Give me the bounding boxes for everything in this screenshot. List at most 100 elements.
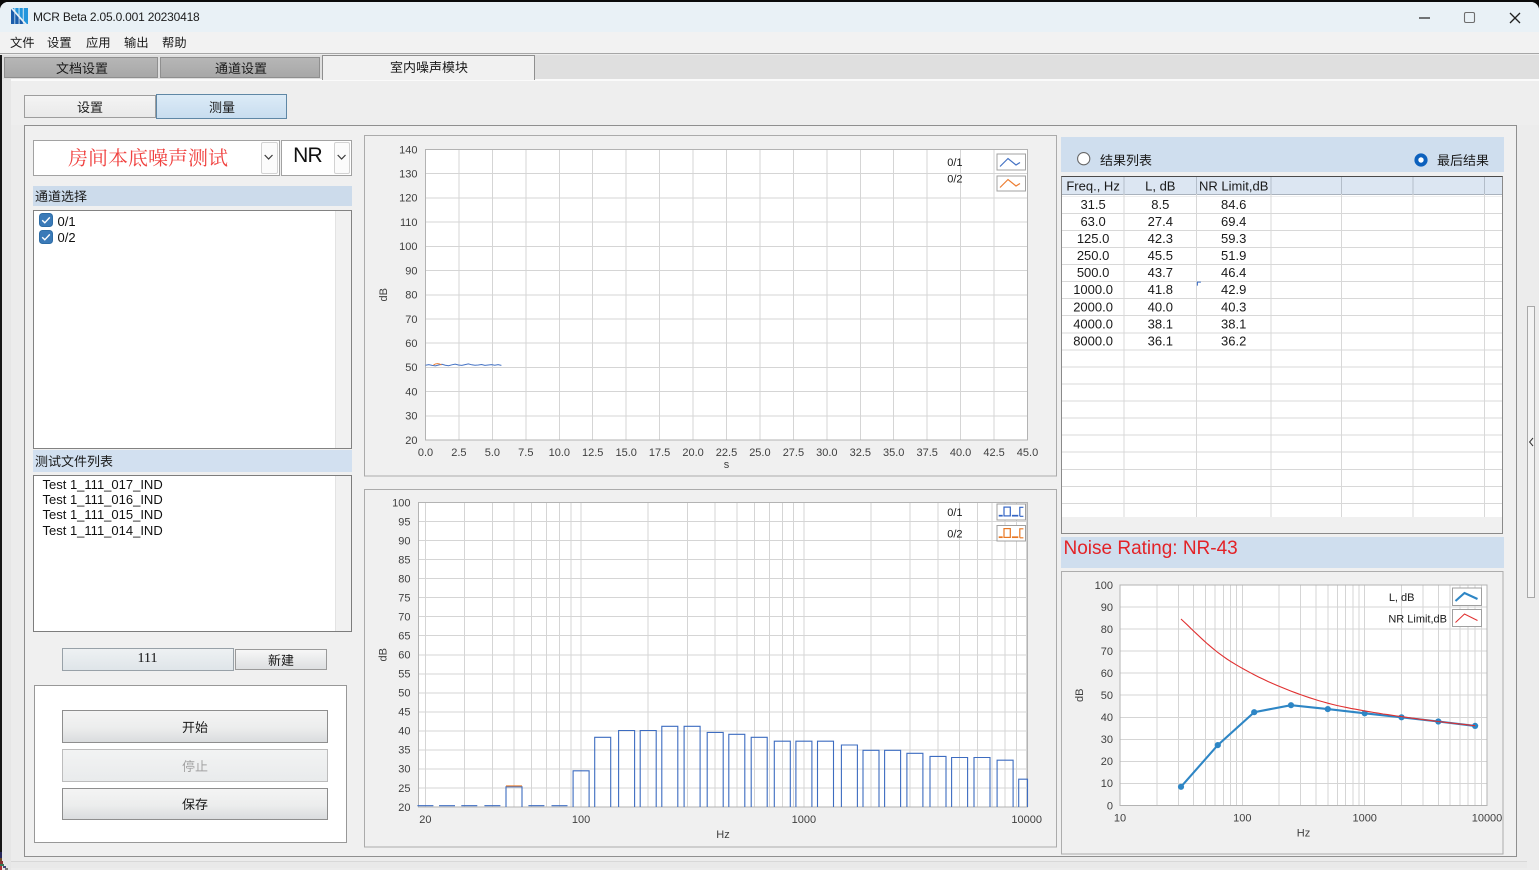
svg-text:36.1: 36.1	[1147, 333, 1172, 348]
svg-text:40: 40	[398, 725, 410, 737]
svg-text:27.4: 27.4	[1147, 214, 1172, 229]
svg-text:40.3: 40.3	[1221, 299, 1246, 314]
svg-text:84.6: 84.6	[1221, 197, 1246, 212]
svg-text:32.5: 32.5	[849, 447, 870, 459]
svg-text:100: 100	[1094, 580, 1112, 592]
svg-text:85: 85	[398, 554, 410, 566]
svg-text:75: 75	[398, 592, 410, 604]
svg-text:dB: dB	[1074, 689, 1086, 702]
svg-text:0/1: 0/1	[947, 507, 962, 519]
svg-text:100: 100	[1233, 813, 1251, 825]
svg-text:60: 60	[405, 338, 417, 350]
svg-text:dB: dB	[378, 288, 390, 301]
svg-text:50: 50	[405, 362, 417, 374]
svg-text:dB: dB	[377, 648, 389, 661]
svg-text:100: 100	[392, 497, 410, 509]
svg-text:20: 20	[405, 434, 417, 446]
svg-text:8000.0: 8000.0	[1073, 333, 1113, 348]
svg-text:65: 65	[398, 630, 410, 642]
svg-text:45.5: 45.5	[1147, 248, 1172, 263]
svg-text:8.5: 8.5	[1151, 197, 1169, 212]
svg-text:NR Limit,dB: NR Limit,dB	[1199, 179, 1268, 194]
svg-text:2.5: 2.5	[451, 447, 466, 459]
svg-text:30.0: 30.0	[816, 447, 837, 459]
svg-text:10.0: 10.0	[548, 447, 569, 459]
svg-text:60: 60	[398, 649, 410, 661]
svg-text:2000.0: 2000.0	[1073, 299, 1113, 314]
svg-text:42.9: 42.9	[1221, 282, 1246, 297]
svg-text:22.5: 22.5	[715, 447, 736, 459]
svg-text:42.5: 42.5	[983, 447, 1004, 459]
svg-text:45: 45	[398, 706, 410, 718]
svg-text:10: 10	[1113, 813, 1125, 825]
svg-text:70: 70	[398, 611, 410, 623]
svg-text:0/1: 0/1	[947, 157, 962, 169]
svg-text:7.5: 7.5	[518, 447, 533, 459]
svg-text:40.0: 40.0	[1147, 299, 1172, 314]
svg-text:125.0: 125.0	[1076, 231, 1109, 246]
svg-text:Freq., Hz: Freq., Hz	[1066, 179, 1119, 194]
svg-text:63.0: 63.0	[1080, 214, 1105, 229]
svg-text:80: 80	[1100, 624, 1112, 636]
svg-text:L, dB: L, dB	[1388, 592, 1414, 604]
svg-text:37.5: 37.5	[916, 447, 937, 459]
svg-text:15.0: 15.0	[615, 447, 636, 459]
svg-text:36.2: 36.2	[1221, 333, 1246, 348]
svg-text:80: 80	[398, 573, 410, 585]
svg-text:120: 120	[399, 192, 417, 204]
svg-text:38.1: 38.1	[1147, 316, 1172, 331]
svg-text:L, dB: L, dB	[1145, 179, 1175, 194]
svg-text:Hz: Hz	[716, 829, 729, 841]
svg-text:25: 25	[398, 782, 410, 794]
svg-text:20: 20	[419, 814, 431, 826]
svg-text:30: 30	[405, 410, 417, 422]
svg-text:140: 140	[399, 144, 417, 156]
svg-text:90: 90	[405, 265, 417, 277]
svg-text:500.0: 500.0	[1076, 265, 1109, 280]
svg-text:10000: 10000	[1011, 814, 1042, 826]
svg-text:4000.0: 4000.0	[1073, 316, 1113, 331]
svg-text:38.1: 38.1	[1221, 316, 1246, 331]
svg-text:5.0: 5.0	[484, 447, 499, 459]
svg-text:s: s	[723, 459, 729, 471]
svg-text:30: 30	[1100, 734, 1112, 746]
svg-text:46.4: 46.4	[1221, 265, 1246, 280]
svg-text:NR Limit,dB: NR Limit,dB	[1388, 614, 1447, 626]
svg-text:95: 95	[398, 516, 410, 528]
svg-text:45.0: 45.0	[1016, 447, 1037, 459]
svg-text:20: 20	[398, 801, 410, 813]
svg-text:0/2: 0/2	[947, 528, 962, 540]
svg-text:20.0: 20.0	[682, 447, 703, 459]
svg-text:40.0: 40.0	[949, 447, 970, 459]
svg-text:43.7: 43.7	[1147, 265, 1172, 280]
svg-text:250.0: 250.0	[1076, 248, 1109, 263]
svg-text:12.5: 12.5	[581, 447, 602, 459]
svg-text:51.9: 51.9	[1221, 248, 1246, 263]
svg-text:60: 60	[1100, 668, 1112, 680]
svg-text:27.5: 27.5	[782, 447, 803, 459]
svg-text:80: 80	[405, 289, 417, 301]
svg-text:40: 40	[1100, 712, 1112, 724]
svg-text:130: 130	[399, 168, 417, 180]
svg-text:10000: 10000	[1471, 813, 1502, 825]
svg-text:40: 40	[405, 386, 417, 398]
svg-text:25.0: 25.0	[749, 447, 770, 459]
svg-text:1000.0: 1000.0	[1073, 282, 1113, 297]
svg-text:Hz: Hz	[1296, 828, 1309, 840]
svg-text:0.0: 0.0	[417, 447, 432, 459]
svg-text:55: 55	[398, 668, 410, 680]
svg-text:70: 70	[1100, 646, 1112, 658]
svg-text:50: 50	[398, 687, 410, 699]
svg-text:1000: 1000	[1352, 813, 1376, 825]
svg-text:35: 35	[398, 744, 410, 756]
svg-text:90: 90	[398, 535, 410, 547]
svg-text:35.0: 35.0	[882, 447, 903, 459]
svg-text:1000: 1000	[791, 814, 815, 826]
svg-text:41.8: 41.8	[1147, 282, 1172, 297]
svg-text:70: 70	[405, 313, 417, 325]
svg-text:10: 10	[1100, 778, 1112, 790]
svg-text:110: 110	[399, 216, 417, 228]
svg-text:20: 20	[1100, 756, 1112, 768]
svg-text:42.3: 42.3	[1147, 231, 1172, 246]
svg-text:17.5: 17.5	[648, 447, 669, 459]
